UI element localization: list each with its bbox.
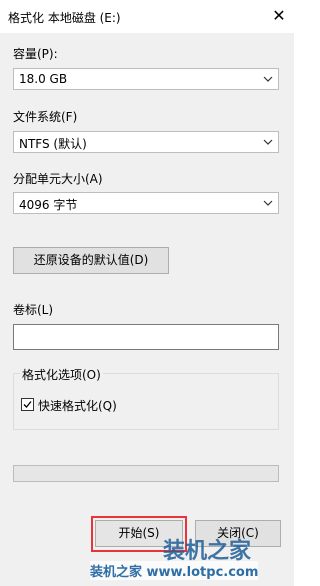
capacity-dropdown[interactable]: 18.0 GB — [13, 68, 279, 90]
volume-label-label: 卷标(L) — [13, 303, 54, 317]
volume-label-input[interactable] — [13, 324, 279, 350]
chevron-down-icon — [263, 139, 273, 145]
allocation-label: 分配单元大小(A) — [13, 172, 103, 186]
quick-format-label: 快速格式化(Q) — [38, 399, 117, 413]
checkmark-icon — [23, 401, 32, 408]
watermark-footer: 装机之家 www.lotpc.com — [90, 561, 259, 580]
format-progress-bar — [13, 465, 279, 482]
capacity-label: 容量(P): — [13, 47, 58, 61]
title-bar: 格式化 本地磁盘 (E:) ✕ — [0, 0, 294, 33]
format-options-legend: 格式化选项(O) — [20, 366, 103, 383]
allocation-dropdown[interactable]: 4096 字节 — [13, 192, 279, 214]
window-title: 格式化 本地磁盘 (E:) — [8, 11, 121, 25]
chevron-down-icon — [263, 76, 273, 82]
close-window-button[interactable]: ✕ — [265, 1, 293, 31]
chevron-down-icon — [263, 200, 273, 206]
filesystem-dropdown[interactable]: NTFS (默认) — [13, 131, 279, 153]
allocation-value: 4096 字节 — [19, 198, 78, 212]
filesystem-value: NTFS (默认) — [19, 137, 87, 151]
capacity-value: 18.0 GB — [19, 72, 68, 86]
filesystem-label: 文件系统(F) — [13, 110, 78, 124]
quick-format-checkbox[interactable] — [21, 398, 34, 411]
restore-defaults-button[interactable]: 还原设备的默认值(D) — [13, 247, 169, 274]
